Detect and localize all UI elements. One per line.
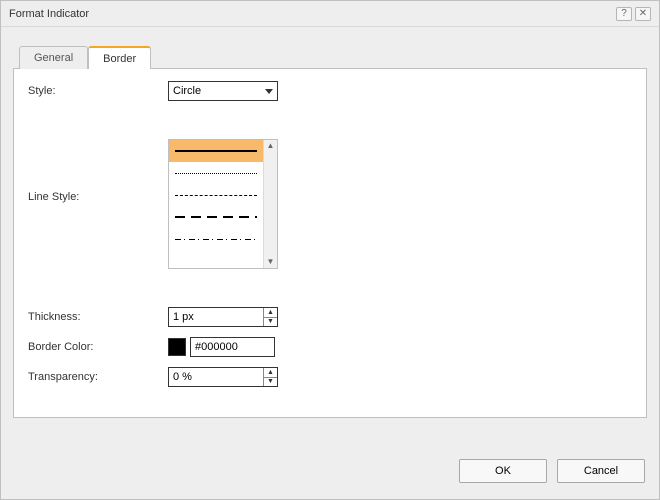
line-style-item-dashed[interactable] <box>169 184 263 206</box>
thickness-spin-up-icon[interactable]: ▲ <box>264 308 277 318</box>
transparency-spin-up-icon[interactable]: ▲ <box>264 368 277 378</box>
color-swatch[interactable] <box>168 338 186 356</box>
panel-border: Style: Circle Line Style: <box>13 68 647 418</box>
transparency-input-wrap: ▲ ▼ <box>168 367 278 387</box>
border-color-input-wrap <box>168 337 275 357</box>
style-select-wrap: Circle <box>168 81 278 101</box>
line-style-item-solid[interactable] <box>169 140 263 162</box>
label-transparency: Transparency: <box>28 371 168 383</box>
thickness-input-wrap: ▲ ▼ <box>168 307 278 327</box>
row-transparency: Transparency: ▲ ▼ <box>28 367 632 387</box>
line-style-item-dotted[interactable] <box>169 162 263 184</box>
row-line-style: Line Style: <box>28 139 632 269</box>
transparency-spin-down-icon[interactable]: ▼ <box>264 378 277 387</box>
line-style-scrollbar[interactable]: ▲ ▼ <box>263 140 277 268</box>
line-style-options <box>169 140 263 268</box>
thickness-spin-down-icon[interactable]: ▼ <box>264 318 277 327</box>
window-title: Format Indicator <box>9 8 613 20</box>
ok-button[interactable]: OK <box>459 459 547 483</box>
tab-bar: General Border <box>19 45 647 68</box>
line-preview-solid <box>175 150 257 152</box>
tab-general[interactable]: General <box>19 46 88 69</box>
line-preview-dashed <box>175 195 257 196</box>
label-border-color: Border Color: <box>28 341 168 353</box>
cancel-button[interactable]: Cancel <box>557 459 645 483</box>
label-thickness: Thickness: <box>28 311 168 323</box>
border-color-input[interactable] <box>190 337 275 357</box>
style-select[interactable]: Circle <box>168 81 278 101</box>
dialog-footer: OK Cancel <box>459 459 645 483</box>
line-style-item-long-dash[interactable] <box>169 206 263 228</box>
thickness-input[interactable] <box>169 308 277 326</box>
scroll-down-icon[interactable]: ▼ <box>267 258 275 266</box>
dialog-body: General Border Style: Circle Line Style: <box>1 27 659 447</box>
line-preview-long-dash <box>175 216 257 218</box>
row-thickness: Thickness: ▲ ▼ <box>28 307 632 327</box>
label-line-style: Line Style: <box>28 139 168 203</box>
scroll-up-icon[interactable]: ▲ <box>267 142 275 150</box>
close-icon[interactable]: ✕ <box>635 7 651 21</box>
titlebar: Format Indicator ? ✕ <box>1 1 659 27</box>
row-border-color: Border Color: <box>28 337 632 357</box>
transparency-input[interactable] <box>169 368 277 386</box>
transparency-spinner: ▲ ▼ <box>263 368 277 386</box>
tab-border[interactable]: Border <box>88 46 151 69</box>
dialog-format-indicator: Format Indicator ? ✕ General Border Styl… <box>0 0 660 500</box>
line-preview-dotted <box>175 173 257 174</box>
thickness-spinner: ▲ ▼ <box>263 308 277 326</box>
line-style-list: ▲ ▼ <box>168 139 278 269</box>
help-icon[interactable]: ? <box>616 7 632 21</box>
line-style-item-dash-dot[interactable] <box>169 228 263 250</box>
row-style: Style: Circle <box>28 81 632 101</box>
line-preview-dash-dot <box>175 239 257 240</box>
label-style: Style: <box>28 85 168 97</box>
